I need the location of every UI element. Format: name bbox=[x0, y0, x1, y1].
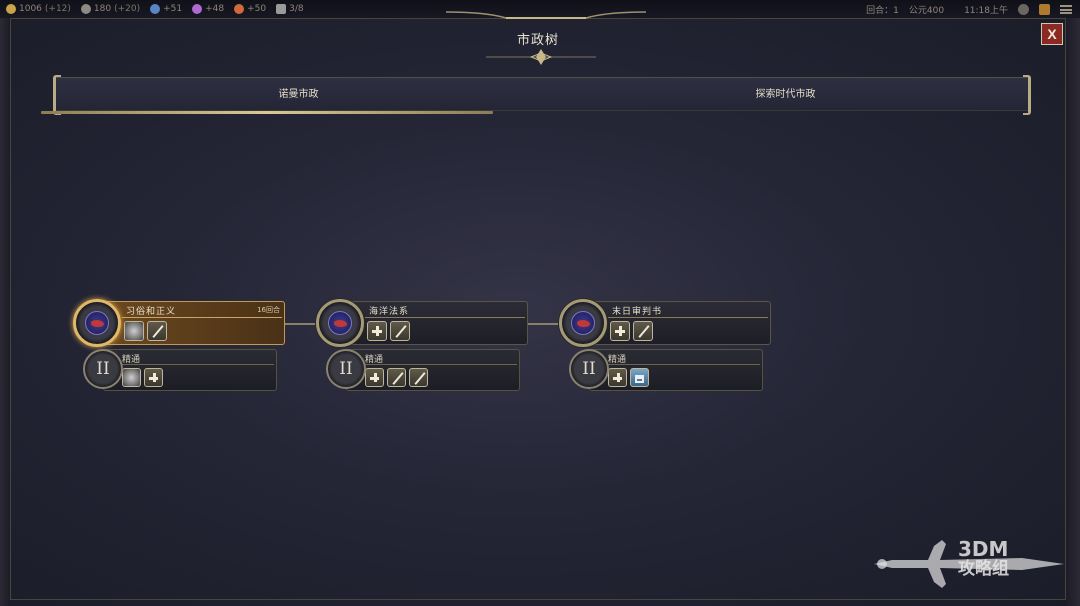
faith-value: 180 bbox=[93, 4, 112, 14]
faith-icon bbox=[80, 4, 91, 14]
selected-tab-indicator bbox=[41, 111, 493, 114]
mastery-card[interactable]: 精通 bbox=[346, 349, 520, 391]
civic-node-customs-and-justice[interactable]: 习俗和正义 16回合 精通 II bbox=[73, 299, 285, 395]
clock: 11:18上午 bbox=[964, 5, 1008, 16]
divider bbox=[122, 317, 282, 318]
civilopedia-icon[interactable] bbox=[1039, 3, 1050, 15]
close-button[interactable]: X bbox=[1041, 23, 1063, 45]
sword-icon[interactable] bbox=[633, 321, 653, 341]
science-yield[interactable]: +51 bbox=[150, 4, 182, 14]
sword-icon[interactable] bbox=[387, 368, 406, 387]
badge-icon[interactable] bbox=[124, 321, 144, 341]
civic-node-domesday-book[interactable]: 末日审判书 精通 II bbox=[559, 299, 771, 395]
tab-norman-civics[interactable]: 诺曼市政 bbox=[55, 78, 542, 112]
tourism-yield[interactable]: +50 bbox=[234, 4, 266, 14]
plus-icon[interactable] bbox=[365, 368, 384, 387]
tourism-icon bbox=[234, 4, 245, 14]
civic-name: 习俗和正义 bbox=[126, 307, 177, 317]
divider bbox=[606, 364, 760, 365]
tourism-value: +50 bbox=[247, 4, 267, 14]
civic-emblem bbox=[316, 299, 364, 347]
trade-routes[interactable]: 3/8 bbox=[276, 4, 304, 14]
science-value: +51 bbox=[163, 4, 183, 14]
building-icon[interactable] bbox=[630, 368, 649, 387]
menu-icon[interactable] bbox=[1060, 4, 1072, 14]
divider bbox=[363, 364, 517, 365]
civic-card[interactable]: 海洋法系 bbox=[338, 301, 528, 345]
badge-icon[interactable] bbox=[122, 368, 141, 387]
title-ornament bbox=[486, 49, 596, 65]
top-ornament bbox=[446, 11, 646, 19]
civic-emblem bbox=[73, 299, 121, 347]
map-edge-right bbox=[1066, 18, 1080, 606]
panel-title: 市政树 bbox=[516, 33, 559, 48]
civic-card[interactable]: 习俗和正义 16回合 bbox=[95, 301, 285, 345]
lion-crest-icon bbox=[328, 311, 352, 335]
mastery-numeral: II bbox=[569, 349, 609, 389]
civic-emblem bbox=[559, 299, 607, 347]
mastery-numeral: II bbox=[326, 349, 366, 389]
civic-card[interactable]: 末日审判书 bbox=[581, 301, 771, 345]
mastery-numeral: II bbox=[83, 349, 123, 389]
mastery-card[interactable]: 精通 bbox=[103, 349, 277, 391]
plus-icon[interactable] bbox=[610, 321, 630, 341]
culture-value: +48 bbox=[205, 4, 225, 14]
faith-yield[interactable]: 180 (+20) bbox=[80, 4, 141, 14]
sword-icon[interactable] bbox=[409, 368, 428, 387]
plus-icon[interactable] bbox=[367, 321, 387, 341]
gold-income: (+12) bbox=[44, 4, 71, 14]
mastery-card[interactable]: 精通 bbox=[589, 349, 763, 391]
civics-tree-panel: 市政树 X 诺曼市政 探索时代市政 习俗和正义 16回合 精通 II 海洋法系 … bbox=[10, 11, 1066, 600]
divider bbox=[365, 317, 525, 318]
gold-value: 1006 bbox=[19, 4, 42, 14]
turn-counter: 回合：1 bbox=[866, 5, 899, 16]
culture-yield[interactable]: +48 bbox=[192, 4, 224, 14]
trade-icon bbox=[276, 4, 287, 14]
year-display: 公元400 bbox=[908, 5, 945, 16]
tab-exploration-civics[interactable]: 探索时代市政 bbox=[542, 78, 1029, 112]
watermark-text: 3DM 攻略组 bbox=[958, 539, 1009, 578]
civic-turns: 16回合 bbox=[257, 306, 280, 314]
civic-name: 海洋法系 bbox=[369, 307, 410, 317]
plus-icon[interactable] bbox=[144, 368, 163, 387]
culture-icon bbox=[192, 4, 203, 14]
gold-yield[interactable]: 1006 (+12) bbox=[6, 4, 71, 14]
civic-name: 末日审判书 bbox=[612, 307, 663, 317]
advisor-icon[interactable] bbox=[1018, 3, 1029, 15]
faith-income: (+20) bbox=[114, 4, 141, 14]
sword-icon[interactable] bbox=[390, 321, 410, 341]
watermark-line1: 3DM bbox=[958, 537, 1009, 561]
map-edge-left bbox=[0, 18, 10, 606]
divider bbox=[608, 317, 768, 318]
watermark-line2: 攻略组 bbox=[958, 559, 1009, 579]
trade-value: 3/8 bbox=[289, 4, 304, 14]
science-icon bbox=[150, 4, 161, 14]
gold-icon bbox=[6, 4, 16, 14]
lion-crest-icon bbox=[571, 311, 595, 335]
civic-node-maritime-law[interactable]: 海洋法系 精通 II bbox=[316, 299, 528, 395]
plus-icon[interactable] bbox=[608, 368, 627, 387]
lion-crest-icon bbox=[85, 311, 109, 335]
divider bbox=[120, 364, 274, 365]
sword-icon[interactable] bbox=[147, 321, 167, 341]
tab-bar: 诺曼市政 探索时代市政 bbox=[53, 75, 1031, 115]
